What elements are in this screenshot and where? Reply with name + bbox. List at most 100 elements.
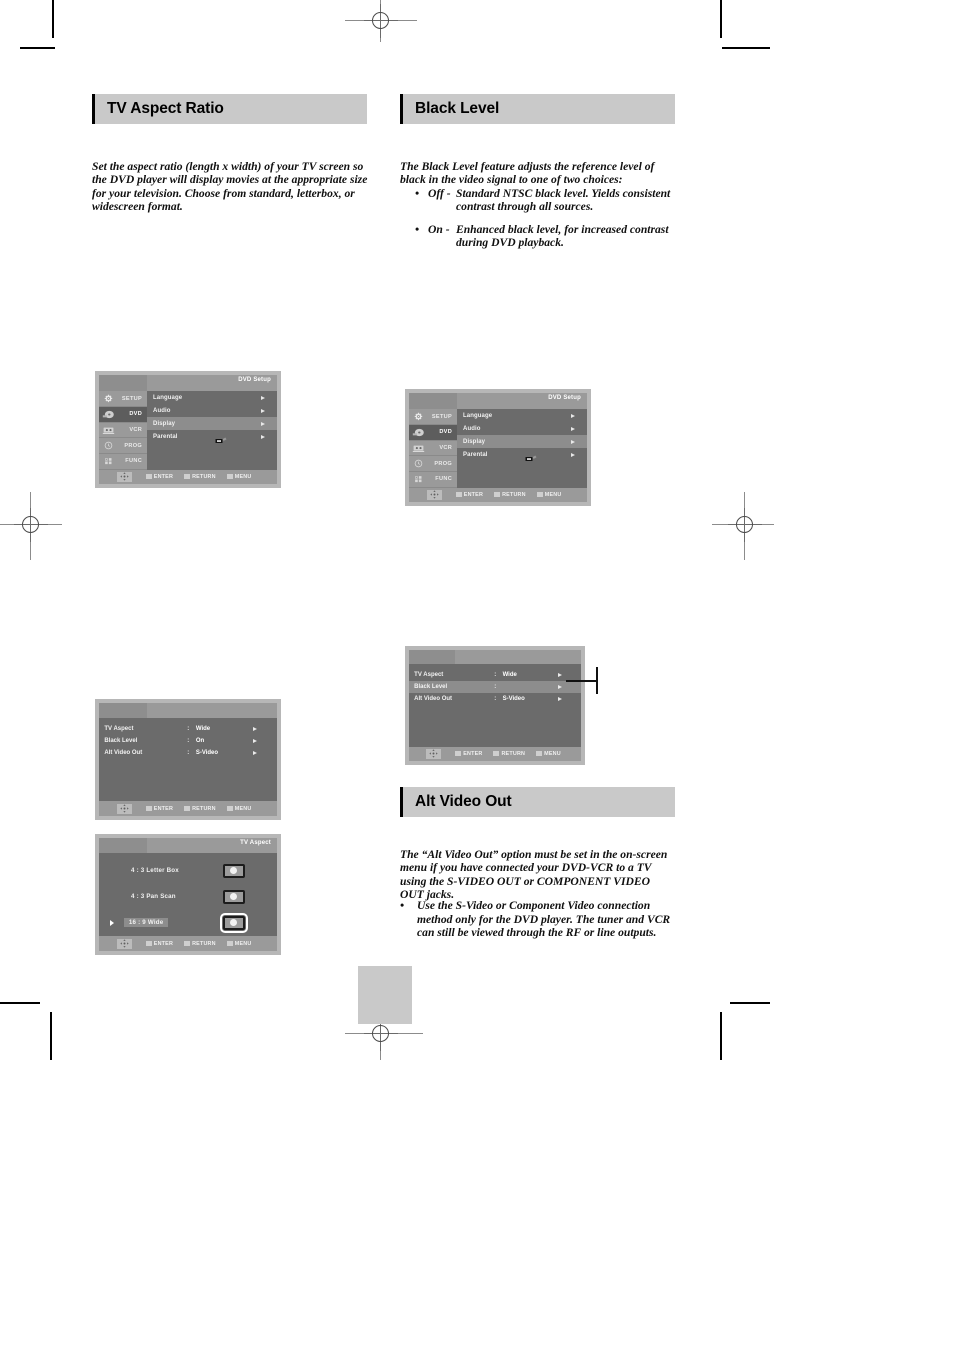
bullet-key-off: Off - xyxy=(428,187,451,200)
callout-line-vertical xyxy=(596,667,598,694)
setting-label-tv-aspect: TV Aspect xyxy=(104,725,134,732)
disc-icon xyxy=(412,428,425,437)
sidebar-item-setup[interactable]: SETUP xyxy=(409,409,458,426)
osd-display-settings-black-level-screen: TV Aspect : Wide Black Level : Alt Video… xyxy=(405,646,585,765)
sidebar-item-vcr[interactable]: VCR xyxy=(409,441,458,457)
sidebar-item-func[interactable]: FUNC xyxy=(409,472,458,488)
footer-button-enter[interactable]: ENTER xyxy=(145,806,173,812)
crop-mark-tl-h xyxy=(20,47,55,49)
cassette-icon xyxy=(102,426,115,435)
hand-cursor-icon xyxy=(215,432,228,443)
sidebar-item-vcr[interactable]: VCR xyxy=(99,423,148,439)
menu-item-audio[interactable]: Audio xyxy=(457,422,587,435)
button-glyph-icon xyxy=(455,751,462,757)
section-body-tv-aspect-ratio: Set the aspect ratio (length x width) of… xyxy=(92,160,368,213)
osd-dvd-setup-screen-left: DVD Setup SETUP DVD VCR PROG FUNC Langua… xyxy=(95,371,281,488)
button-glyph-icon xyxy=(226,941,233,947)
callout-line-horizontal xyxy=(566,680,597,682)
option-row-letter-box[interactable]: 4 : 3 Letter Box xyxy=(99,858,277,884)
footer-label-menu: MENU xyxy=(544,491,562,498)
bullet-dot-icon: • xyxy=(415,187,420,200)
tv-letterbox-icon xyxy=(222,863,245,878)
menu-item-display[interactable]: Display xyxy=(457,435,587,449)
button-glyph-icon xyxy=(494,492,501,498)
crop-mark-tl-v xyxy=(52,0,54,38)
button-glyph-icon xyxy=(145,806,152,812)
footer-button-enter[interactable]: ENTER xyxy=(455,491,484,498)
footer-button-return[interactable]: RETURN xyxy=(494,492,526,498)
osd-footer-bar: ENTER RETURN MENU xyxy=(409,746,581,761)
clock-icon xyxy=(102,441,115,450)
footer-button-return[interactable]: RETURN xyxy=(493,751,525,757)
footer-label-enter: ENTER xyxy=(463,491,484,498)
chevron-right-icon xyxy=(558,673,563,678)
osd-topbar: DVD Setup xyxy=(409,393,587,410)
menu-label-parental: Parental xyxy=(463,451,488,458)
footer-button-return[interactable]: RETURN xyxy=(184,806,216,812)
menu-item-parental[interactable]: Parental xyxy=(457,448,587,461)
setting-row-alt-video-out[interactable]: Alt Video Out : S-Video xyxy=(99,747,277,759)
setting-row-tv-aspect[interactable]: TV Aspect : Wide xyxy=(99,723,277,735)
sidebar-label-prog: PROG xyxy=(434,460,453,467)
menu-label-audio: Audio xyxy=(463,425,481,432)
footer-button-return[interactable]: RETURN xyxy=(184,474,216,480)
button-glyph-icon xyxy=(184,941,191,947)
menu-item-display[interactable]: Display xyxy=(147,417,277,431)
footer-button-menu[interactable]: MENU xyxy=(226,473,252,480)
button-glyph-icon xyxy=(493,751,500,757)
option-row-wide[interactable]: 16 : 9 Wide xyxy=(99,910,277,936)
footer-button-menu[interactable]: MENU xyxy=(536,751,561,757)
footer-label-enter: ENTER xyxy=(463,750,483,757)
osd-topbar: TV Aspect xyxy=(99,838,277,853)
menu-item-language[interactable]: Language xyxy=(147,391,277,404)
sidebar-label-setup: SETUP xyxy=(431,413,453,420)
dpad-icon xyxy=(426,748,442,759)
setting-row-black-level[interactable]: Black Level : xyxy=(409,681,581,694)
setting-colon: : xyxy=(187,737,190,744)
menu-item-audio[interactable]: Audio xyxy=(147,404,277,417)
alt-video-out-bullet-list: • Use the S-Video or Component Video con… xyxy=(400,899,675,940)
setting-colon: : xyxy=(494,672,497,679)
footer-label-enter: ENTER xyxy=(153,940,174,947)
setting-row-tv-aspect[interactable]: TV Aspect : Wide xyxy=(409,669,581,681)
setting-row-black-level[interactable]: Black Level : On xyxy=(99,735,277,747)
menu-label-display: Display xyxy=(153,420,176,427)
chevron-right-icon xyxy=(261,434,266,439)
menu-item-parental[interactable]: Parental xyxy=(147,430,277,443)
menu-label-language: Language xyxy=(153,394,183,401)
sidebar-item-dvd[interactable]: DVD xyxy=(99,407,148,423)
osd-sidebar: SETUP DVD VCR PROG FUNC xyxy=(409,409,458,488)
footer-button-menu[interactable]: MENU xyxy=(226,806,252,812)
sidebar-item-prog[interactable]: PROG xyxy=(99,438,148,455)
footer-button-menu[interactable]: MENU xyxy=(536,491,562,498)
bullet-off: • Off - Standard NTSC black level. Yield… xyxy=(415,187,680,214)
section-header-tv-aspect-ratio: TV Aspect Ratio xyxy=(92,94,367,124)
footer-label-return: RETURN xyxy=(192,940,216,947)
bullet-desc-on: Enhanced black level, for increased cont… xyxy=(456,222,669,249)
footer-button-enter[interactable]: ENTER xyxy=(145,940,174,947)
footer-label-menu: MENU xyxy=(234,940,252,947)
footer-button-menu[interactable]: MENU xyxy=(226,940,252,947)
button-glyph-icon xyxy=(226,474,233,480)
footer-button-enter[interactable]: ENTER xyxy=(455,751,482,757)
dpad-icon xyxy=(116,938,132,949)
footer-button-enter[interactable]: ENTER xyxy=(145,474,173,480)
sidebar-item-prog[interactable]: PROG xyxy=(409,456,458,473)
button-glyph-icon xyxy=(536,751,543,757)
footer-button-return[interactable]: RETURN xyxy=(184,941,216,947)
setting-value-alt-video-out: S-Video xyxy=(195,749,219,756)
section-title-alt-video-out: Alt Video Out xyxy=(415,793,512,810)
setting-row-alt-video-out[interactable]: Alt Video Out : S-Video xyxy=(409,693,581,705)
bullet-desc-off: Standard NTSC black level. Yields consis… xyxy=(456,187,671,214)
sidebar-item-dvd[interactable]: DVD xyxy=(409,425,458,441)
option-label-pan-scan: 4 : 3 Pan Scan xyxy=(131,893,176,901)
sidebar-label-vcr: VCR xyxy=(439,445,453,452)
sidebar-item-setup[interactable]: SETUP xyxy=(99,391,148,408)
option-row-pan-scan[interactable]: 4 : 3 Pan Scan xyxy=(99,884,277,910)
chevron-right-icon xyxy=(253,750,258,755)
menu-item-language[interactable]: Language xyxy=(457,409,587,422)
gear-icon xyxy=(102,394,115,403)
sidebar-label-func: FUNC xyxy=(125,458,143,465)
footer-label-menu: MENU xyxy=(234,473,252,480)
sidebar-item-func[interactable]: FUNC xyxy=(99,454,148,470)
